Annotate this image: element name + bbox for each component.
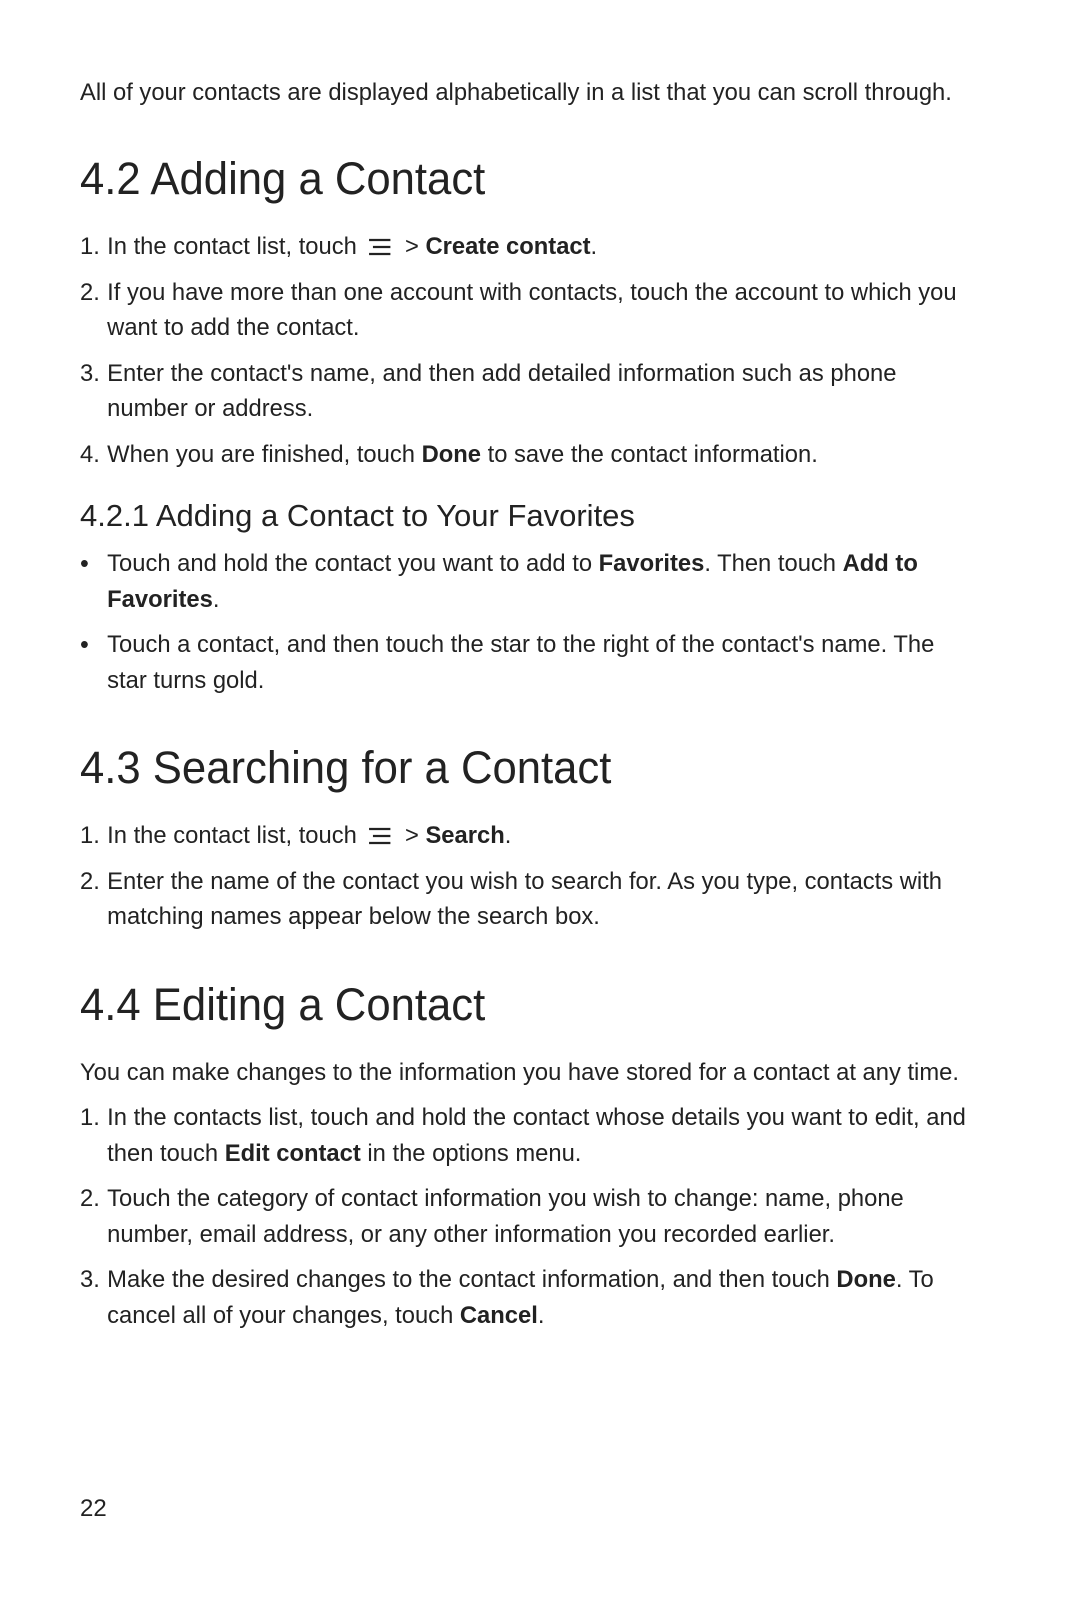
step-number: 1. [80, 1100, 107, 1136]
bullet-4-2-1-b: • Touch a contact, and then touch the st… [80, 627, 972, 698]
steps-4-4: 1. In the contacts list, touch and hold … [80, 1100, 1000, 1333]
bullets-4-2-1: • Touch and hold the contact you want to… [80, 546, 1000, 698]
step-4-3-2: 2. Enter the name of the contact you wis… [80, 864, 972, 935]
step-text: Make the desired changes to the contact … [107, 1262, 972, 1333]
step-number: 4. [80, 437, 107, 473]
step-number: 1. [80, 229, 107, 265]
step-number: 1. [80, 818, 107, 854]
step-number: 3. [80, 1262, 107, 1298]
step-text: Enter the contact's name, and then add d… [107, 356, 972, 427]
page-content: All of your contacts are displayed alpha… [80, 0, 1000, 1617]
heading-4-3: 4.3 Searching for a Contact [80, 742, 972, 794]
step-text: Enter the name of the contact you wish t… [107, 864, 972, 935]
bullet-marker: • [80, 631, 107, 657]
step-text: Touch the category of contact informatio… [107, 1181, 972, 1252]
step-4-4-1: 1. In the contacts list, touch and hold … [80, 1100, 972, 1171]
step-4-4-2: 2. Touch the category of contact informa… [80, 1181, 972, 1252]
step-text: In the contact list, touch > Create cont… [107, 229, 972, 265]
step-4-2-4: 4. When you are finished, touch Done to … [80, 437, 972, 473]
step-text: When you are finished, touch Done to sav… [107, 437, 972, 473]
step-number: 3. [80, 356, 107, 392]
step-number: 2. [80, 1181, 107, 1217]
intro-4-4: You can make changes to the information … [80, 1055, 972, 1091]
step-4-2-1: 1. In the contact list, touch > Create c… [80, 229, 972, 265]
bullet-text: Touch a contact, and then touch the star… [107, 627, 972, 698]
heading-4-4: 4.4 Editing a Contact [80, 979, 972, 1031]
steps-4-2: 1. In the contact list, touch > Create c… [80, 229, 1000, 472]
heading-4-2: 4.2 Adding a Contact [80, 153, 972, 205]
bullet-text: Touch and hold the contact you want to a… [107, 546, 972, 617]
step-number: 2. [80, 275, 107, 311]
page-number: 22 [80, 1495, 107, 1523]
step-4-4-3: 3. Make the desired changes to the conta… [80, 1262, 972, 1333]
steps-4-3: 1. In the contact list, touch > Search. … [80, 818, 1000, 935]
menu-icon [367, 826, 392, 846]
step-text: In the contact list, touch > Search. [107, 818, 972, 854]
heading-4-2-1: 4.2.1 Adding a Contact to Your Favorites [80, 498, 1000, 534]
step-4-2-3: 3. Enter the contact's name, and then ad… [80, 356, 972, 427]
bullet-marker: • [80, 550, 107, 576]
step-number: 2. [80, 864, 107, 900]
step-4-3-1: 1. In the contact list, touch > Search. [80, 818, 972, 854]
step-text: In the contacts list, touch and hold the… [107, 1100, 972, 1171]
step-text: If you have more than one account with c… [107, 275, 972, 346]
intro-paragraph: All of your contacts are displayed alpha… [80, 76, 972, 109]
bullet-4-2-1-a: • Touch and hold the contact you want to… [80, 546, 972, 617]
step-4-2-2: 2. If you have more than one account wit… [80, 275, 972, 346]
menu-icon [367, 237, 392, 257]
